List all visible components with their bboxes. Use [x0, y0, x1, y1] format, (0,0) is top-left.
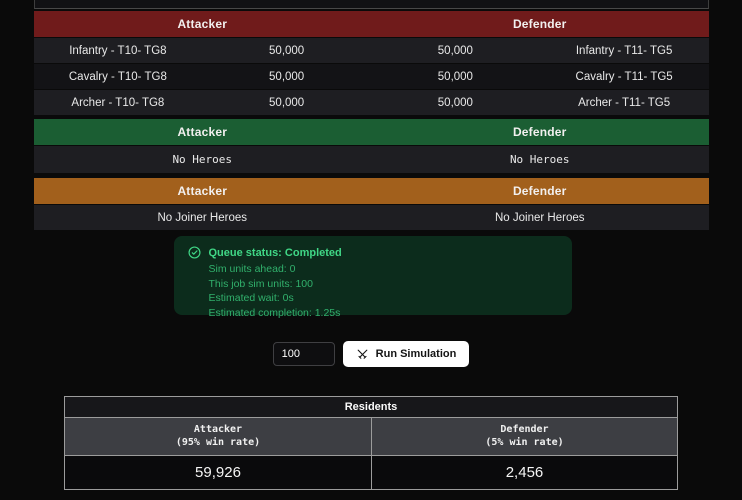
queue-status-title: Queue status: Completed [209, 247, 342, 259]
sim-units-input[interactable] [273, 342, 335, 366]
results-title: Residents [65, 397, 677, 418]
troop-row-cavalry: Cavalry - T10- TG8 50,000 50,000 Cavalry… [34, 63, 709, 89]
joiner-heroes-table: Attacker Defender No Joiner Heroes No Jo… [34, 178, 709, 230]
defender-unit-count: 50,000 [371, 64, 540, 89]
results-attacker-winrate: (95% win rate) [65, 436, 371, 449]
attacker-joiners-value: No Joiner Heroes [34, 205, 372, 230]
joiners-attacker-header: Attacker [34, 178, 372, 204]
troops-defender-header: Defender [371, 11, 709, 37]
defender-heroes-value: No Heroes [371, 146, 709, 173]
attacker-unit-label: Cavalry - T10- TG8 [34, 64, 203, 89]
results-table: Residents Attacker (95% win rate) Defend… [64, 396, 678, 490]
heroes-defender-header: Defender [371, 119, 709, 145]
heroes-attacker-header: Attacker [34, 119, 372, 145]
queue-status-line: Estimated wait: 0s [209, 291, 558, 306]
joiners-header-row: Attacker Defender [34, 178, 709, 204]
results-defender-winrate: (5% win rate) [372, 436, 677, 449]
battle-simulator-page: Attacker Defender Infantry - T10- TG8 50… [0, 0, 742, 500]
results-defender-header: Defender [372, 423, 677, 436]
results-attacker-header: Attacker [65, 423, 371, 436]
queue-status-line: Estimated completion: 1.25s [209, 306, 558, 321]
table-top-remnant [34, 0, 709, 9]
attacker-unit-count: 50,000 [202, 38, 371, 63]
troops-header-row: Attacker Defender [34, 11, 709, 37]
defender-unit-count: 50,000 [371, 90, 540, 115]
results-header-row: Attacker (95% win rate) Defender (5% win… [65, 418, 677, 456]
attacker-unit-label: Archer - T10- TG8 [34, 90, 203, 115]
results-values-row: 59,926 2,456 [65, 456, 677, 489]
defender-unit-label: Cavalry - T11- TG5 [540, 64, 709, 89]
defender-joiners-value: No Joiner Heroes [371, 205, 709, 230]
troops-attacker-header: Attacker [34, 11, 372, 37]
troop-row-infantry: Infantry - T10- TG8 50,000 50,000 Infant… [34, 37, 709, 63]
attacker-unit-count: 50,000 [202, 90, 371, 115]
defender-unit-count: 50,000 [371, 38, 540, 63]
queue-status-line: This job sim units: 100 [209, 277, 558, 292]
defender-unit-label: Infantry - T11- TG5 [540, 38, 709, 63]
heroes-header-row: Attacker Defender [34, 119, 709, 145]
attacker-unit-count: 50,000 [202, 64, 371, 89]
attacker-heroes-value: No Heroes [34, 146, 372, 173]
swords-icon [356, 348, 369, 361]
heroes-table: Attacker Defender No Heroes No Heroes [34, 119, 709, 173]
queue-status-line: Sim units ahead: 0 [209, 262, 558, 277]
troop-row-archer: Archer - T10- TG8 50,000 50,000 Archer -… [34, 89, 709, 115]
check-circle-icon [188, 246, 201, 259]
results-attacker-value: 59,926 [65, 456, 371, 489]
troops-table: Attacker Defender Infantry - T10- TG8 50… [34, 11, 709, 115]
defender-unit-label: Archer - T11- TG5 [540, 90, 709, 115]
joiners-defender-header: Defender [371, 178, 709, 204]
results-attacker-header-cell: Attacker (95% win rate) [65, 418, 371, 455]
results-defender-value: 2,456 [371, 456, 677, 489]
heroes-row: No Heroes No Heroes [34, 145, 709, 173]
run-simulation-label: Run Simulation [376, 348, 457, 360]
joiners-row: No Joiner Heroes No Joiner Heroes [34, 204, 709, 230]
results-defender-header-cell: Defender (5% win rate) [371, 418, 677, 455]
attacker-unit-label: Infantry - T10- TG8 [34, 38, 203, 63]
run-simulation-button[interactable]: Run Simulation [343, 341, 470, 367]
simulation-controls: Run Simulation [34, 341, 709, 367]
queue-status-panel: Queue status: Completed Sim units ahead:… [174, 236, 572, 315]
